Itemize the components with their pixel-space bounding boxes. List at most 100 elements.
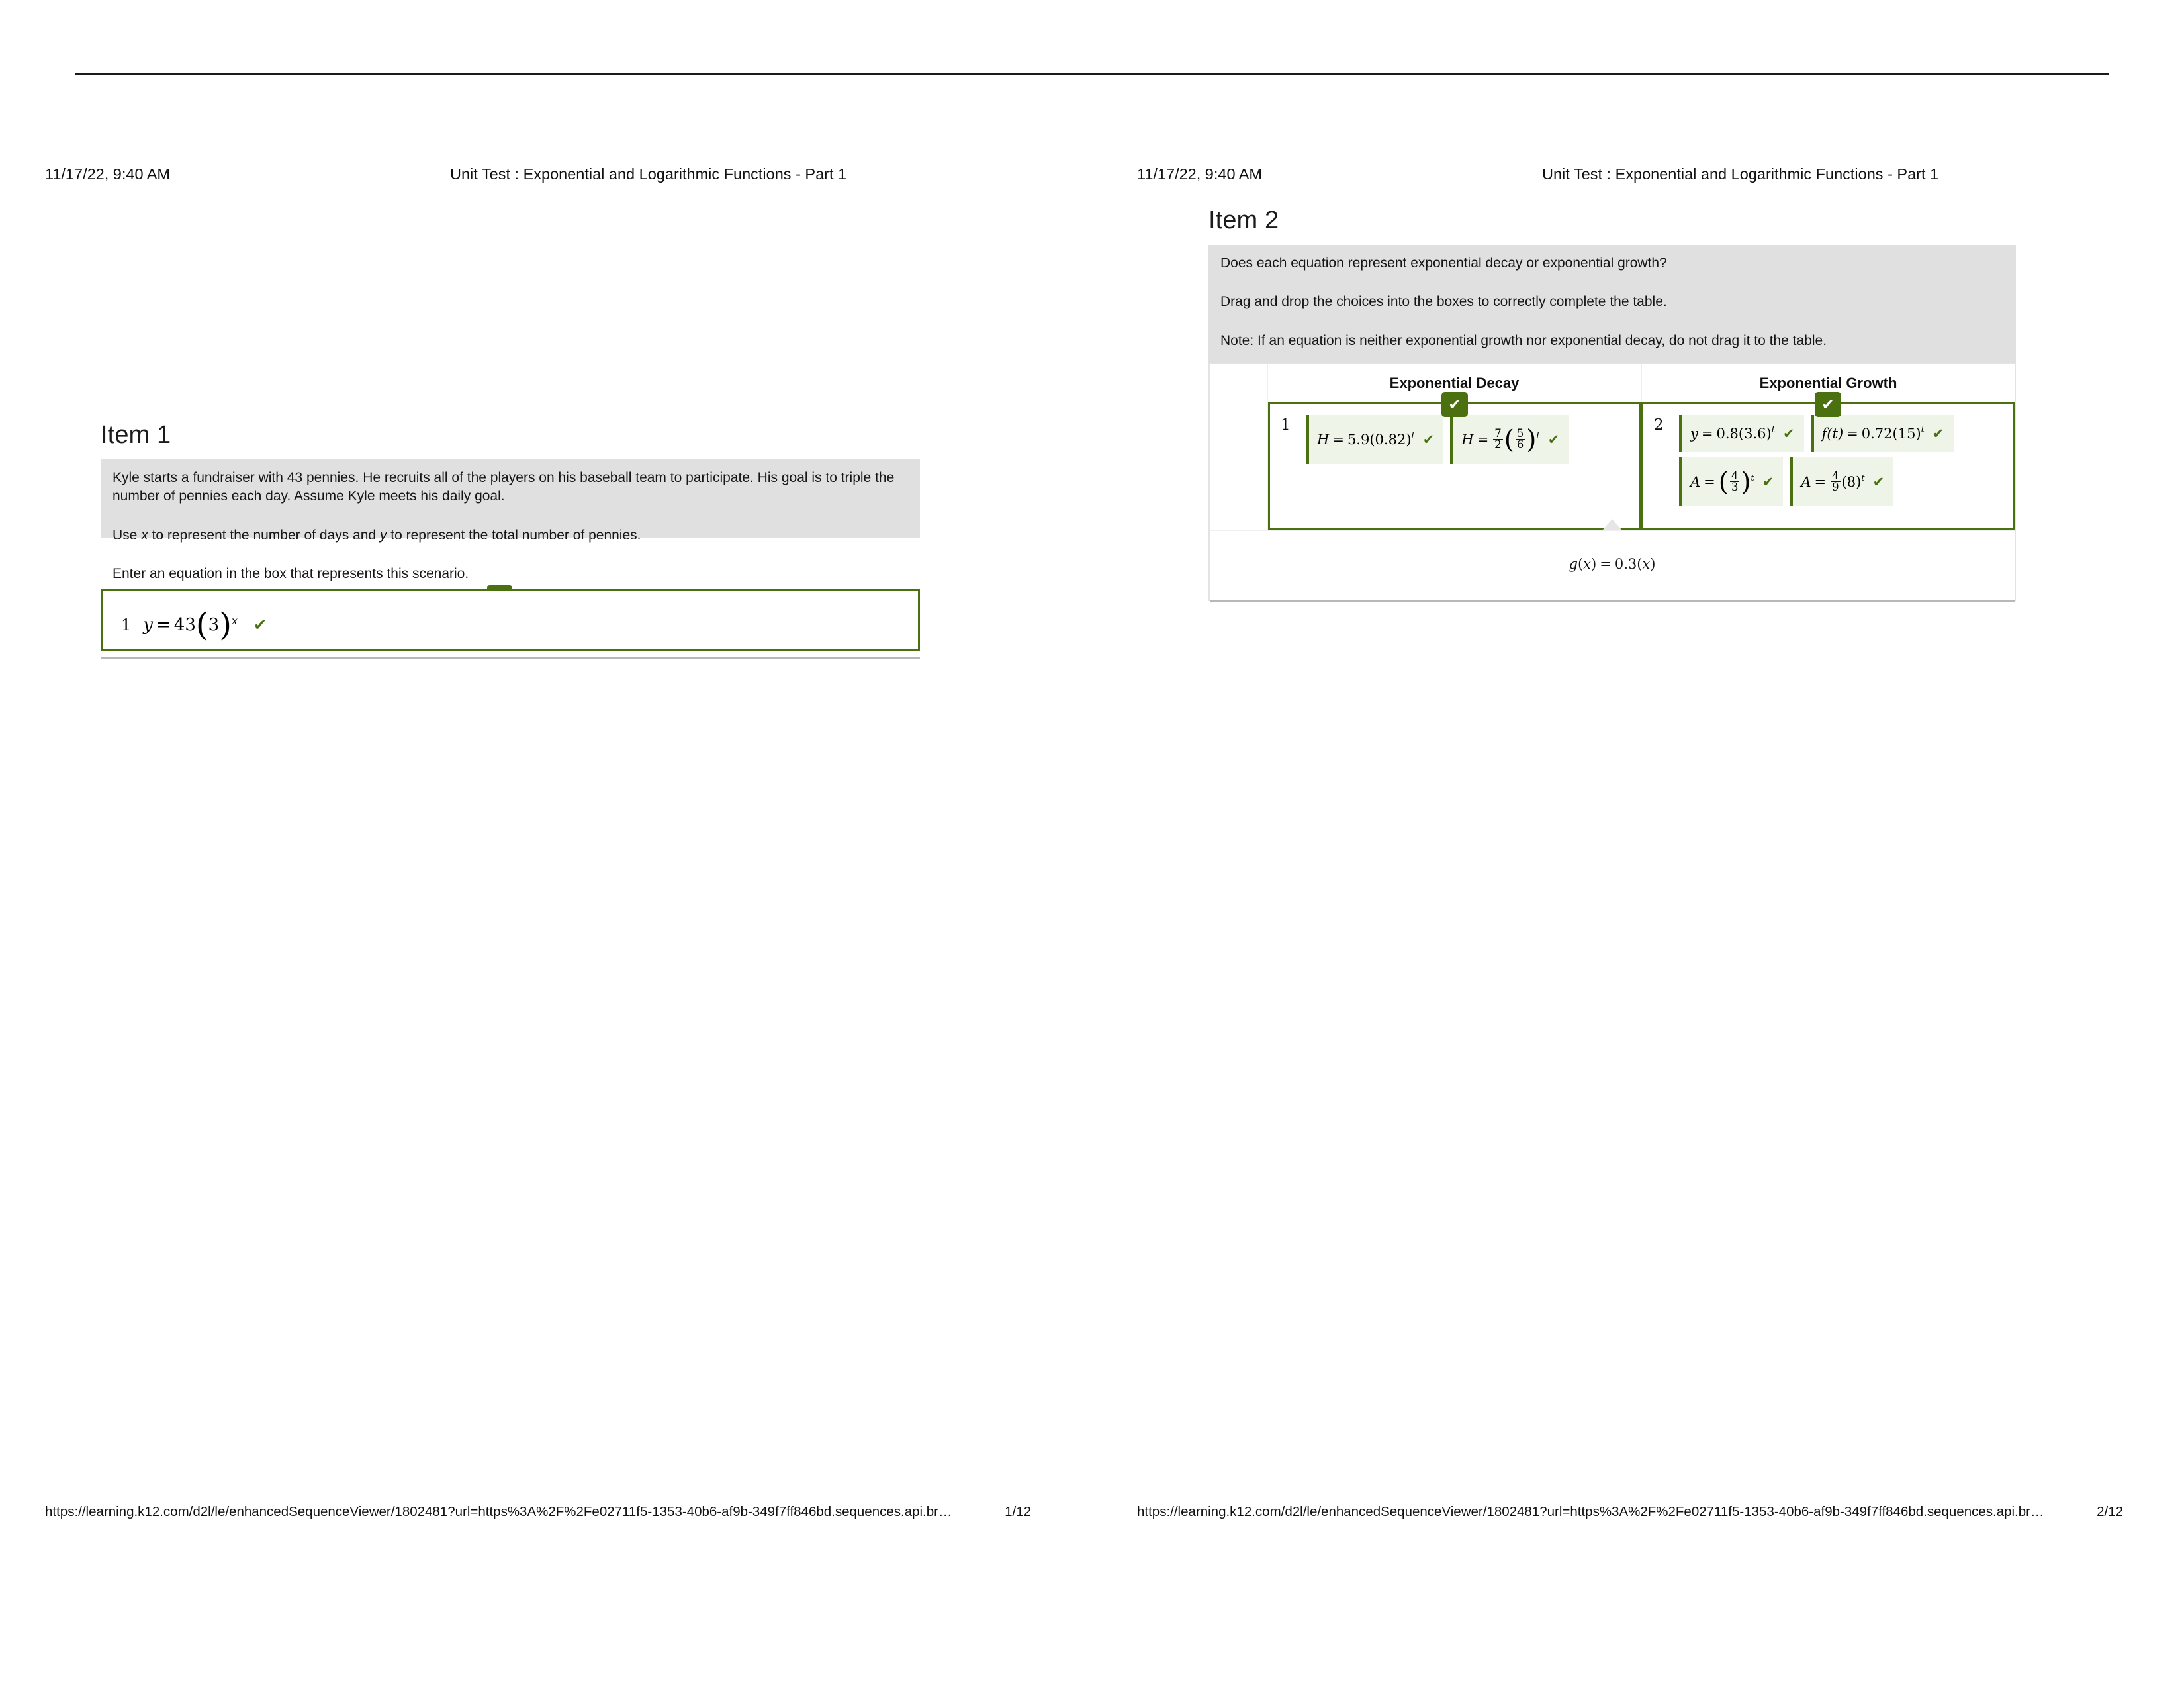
item-1-passage-line-3: Enter an equation in the box that repres…	[113, 566, 469, 582]
decay-tile-2[interactable]: H = 7 2 ( 5 6 ) t ✔	[1450, 415, 1569, 464]
tile-exponent: t	[1411, 431, 1415, 442]
bank-tile-1[interactable]: g ( x ) = 0.3 ( x )	[1569, 556, 1656, 572]
item-1-passage-line-1: Kyle starts a fundraiser with 43 pennies…	[113, 470, 895, 504]
tile-equals: =	[1704, 474, 1715, 490]
growth-tile-1[interactable]: y = 0.8 ( 3.6 ) t ✔	[1679, 415, 1804, 452]
item-2-title: Item 2	[1208, 207, 1279, 234]
growth-tile-2[interactable]: f(t) = 0.72 ( 15 ) t ✔	[1810, 415, 1954, 452]
tile-coefficient: 0.8	[1716, 426, 1739, 442]
paren-open: (	[1841, 474, 1847, 490]
equation-base: 3	[208, 615, 220, 635]
growth-tile-2-equation: f(t) = 0.72 ( 15 ) t	[1821, 425, 1925, 442]
tile-equals: =	[1332, 432, 1344, 447]
tile-lhs: f(t)	[1821, 426, 1844, 442]
decay-tile-1[interactable]: H = 5.9 ( 0.82 ) t ✔	[1306, 415, 1444, 464]
tile-equals: =	[1701, 426, 1713, 442]
growth-tile-list: y = 0.8 ( 3.6 ) t ✔ f(t) = 0.72 (15) t…	[1679, 415, 2005, 506]
growth-zone-correct-badge: ✔	[1815, 392, 1841, 417]
checkmark-icon: ✔	[1821, 395, 1835, 413]
item-2-passage-line-1: Does each equation represent exponential…	[1220, 256, 1667, 271]
paren-open: (	[1718, 467, 1729, 497]
paren-close: )	[1766, 426, 1772, 442]
print-footer-page-2: https://learning.k12.com/d2l/le/enhanced…	[1137, 1504, 2143, 1523]
fraction-numerator: 4	[1731, 469, 1739, 482]
tile-base-fraction: 5 6	[1515, 426, 1525, 451]
paren-close: )	[1856, 474, 1862, 490]
tile-equals: =	[1846, 426, 1858, 442]
tile-base: 8	[1846, 474, 1856, 490]
tile-lhs: y	[1690, 426, 1698, 442]
paren-close: )	[1591, 556, 1597, 572]
decay-tile-2-equation: H = 7 2 ( 5 6 ) t	[1461, 424, 1540, 455]
printed-page-2: 11/17/22, 9:40 AM Unit Test : Exponentia…	[1092, 0, 2184, 1688]
item-1-answer-region: ✔ 1 y = 43 ( 3 ) x ✔	[101, 585, 920, 665]
equation-equals: =	[156, 615, 171, 635]
table-header-row: Exponential Decay Exponential Growth	[1210, 364, 2015, 402]
tile-coefficient-fraction: 7 2	[1493, 426, 1503, 451]
paren-close: )	[1526, 424, 1537, 455]
equation-exponent: x	[231, 614, 238, 627]
fraction-numerator: 4	[1832, 469, 1839, 482]
print-doc-title: Unit Test : Exponential and Logarithmic …	[450, 165, 847, 183]
growth-tile-3-checkmark-icon: ✔	[1762, 474, 1774, 490]
growth-tile-4[interactable]: A = 4 9 ( 8 ) t ✔	[1790, 457, 1894, 506]
printed-page-1: 11/17/22, 9:40 AM Unit Test : Exponentia…	[0, 0, 1092, 1688]
tile-coefficient: 5.9	[1347, 432, 1370, 447]
item-2-bottom-rule	[1210, 600, 2015, 602]
growth-tile-4-checkmark-icon: ✔	[1872, 474, 1885, 490]
item-2-dragdrop-table: Exponential Decay Exponential Growth ✔ 1…	[1208, 363, 2016, 602]
decay-tile-2-checkmark-icon: ✔	[1547, 432, 1560, 447]
item-2-passage-line-3: Note: If an equation is neither exponent…	[1220, 332, 1827, 348]
growth-tile-3[interactable]: A = ( 4 3 ) t ✔	[1679, 457, 1784, 506]
decay-zone-correct-badge: ✔	[1441, 392, 1468, 417]
fraction-denominator: 3	[1729, 481, 1740, 494]
bank-tile-coefficient: 0.3	[1614, 556, 1637, 572]
fraction-numerator: 7	[1494, 426, 1502, 440]
tile-exponent: t	[1861, 473, 1865, 484]
print-url-page-1: https://learning.k12.com/d2l/le/enhanced…	[45, 1504, 952, 1519]
answer-line-number: 1	[121, 616, 132, 634]
print-doc-title-2: Unit Test : Exponential and Logarithmic …	[1542, 165, 1939, 183]
print-date-2: 11/17/22, 9:40 AM	[1137, 165, 1263, 183]
item-1-answer-underline	[101, 657, 920, 659]
paren-close: )	[1741, 467, 1751, 497]
paren-open: (	[1577, 556, 1584, 572]
paren-open: (	[1892, 426, 1898, 442]
bank-tile-lhs: g	[1569, 556, 1578, 572]
bank-tile-arg-2: x	[1642, 556, 1651, 572]
body-spacer-cell	[1210, 402, 1268, 530]
print-date: 11/17/22, 9:40 AM	[45, 165, 171, 183]
decay-tile-1-equation: H = 5.9 ( 0.82 ) t	[1317, 431, 1415, 447]
paren-close: )	[1406, 432, 1412, 447]
equation-lhs: y	[143, 615, 153, 635]
paren-open: (	[1369, 432, 1375, 447]
item-2-passage-line-2: Drag and drop the choices into the boxes…	[1220, 294, 1667, 310]
bank-tile-arg: x	[1583, 556, 1592, 572]
paren-open: (	[1504, 424, 1514, 455]
tile-exponent: t	[1536, 431, 1540, 442]
item-1-passage-line-2: Use x to represent the number of days an…	[113, 527, 641, 543]
drop-zone-exponential-growth[interactable]: ✔ 2 y = 0.8 ( 3.6 ) t ✔ f(t) = 0.72 (15…	[1641, 392, 2015, 530]
answer-checkmark-icon: ✔	[253, 616, 267, 634]
tile-lhs: H	[1461, 432, 1474, 447]
paren-close: )	[1915, 426, 1921, 442]
tile-equals: =	[1477, 432, 1489, 447]
tile-coefficient-fraction: 4 9	[1831, 469, 1841, 493]
tile-base-fraction: 4 3	[1729, 469, 1740, 494]
item-1-answer-box[interactable]: 1 y = 43 ( 3 ) x ✔	[101, 589, 920, 651]
fraction-numerator: 5	[1516, 426, 1524, 440]
print-header-page-1: 11/17/22, 9:40 AM Unit Test : Exponentia…	[45, 165, 1038, 185]
paren-open: (	[1637, 556, 1643, 572]
tile-lhs: A	[1801, 474, 1811, 490]
growth-tile-2-checkmark-icon: ✔	[1932, 426, 1944, 442]
paren-close: )	[1650, 556, 1656, 572]
tile-exponent: t	[1771, 425, 1775, 436]
growth-tile-4-equation: A = 4 9 ( 8 ) t	[1801, 469, 1865, 493]
growth-tile-1-equation: y = 0.8 ( 3.6 ) t	[1690, 425, 1775, 442]
growth-tile-3-equation: A = ( 4 3 ) t	[1690, 467, 1754, 497]
paren-open: (	[1738, 426, 1745, 442]
drop-zone-exponential-decay[interactable]: ✔ 1 H = 5.9 ( 0.82 ) t ✔ H = 7 2 (5 6)…	[1268, 392, 1641, 530]
paren-close: )	[219, 606, 232, 644]
print-url-page-2: https://learning.k12.com/d2l/le/enhanced…	[1137, 1504, 2044, 1519]
tile-base: 3.6	[1744, 426, 1766, 442]
